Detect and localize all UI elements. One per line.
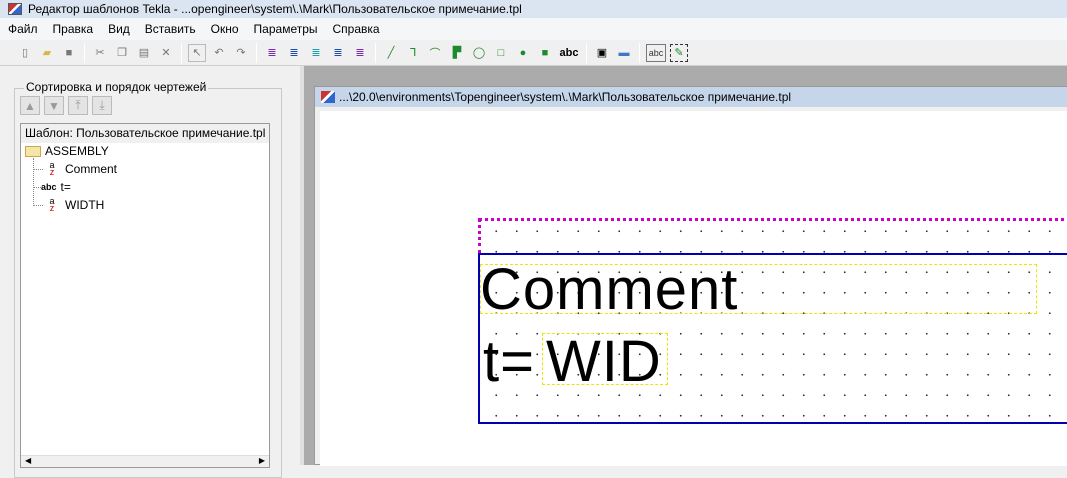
row-page-header-icon[interactable]: ≣ [285,44,303,62]
field-icon: az [49,160,55,177]
line-icon[interactable]: ╱ [382,44,400,62]
move-bottom-button[interactable]: ⤓ [92,96,112,115]
tree-node-width[interactable]: az WIDTH [33,196,105,213]
menu-bar: Файл Правка Вид Вставить Окно Параметры … [0,18,1067,40]
tree-node-comment[interactable]: az Comment [33,160,118,177]
menu-insert[interactable]: Вставить [145,22,196,36]
delete-icon[interactable]: ✕ [157,44,175,62]
width-field-text: WID [546,329,662,394]
menu-window[interactable]: Окно [211,22,239,36]
title-bar: Редактор шаблонов Tekla - ...opengineer\… [0,0,1067,18]
move-up-button[interactable]: ▲ [20,96,40,115]
scroll-right-icon[interactable]: ▶ [259,456,265,467]
scroll-left-icon[interactable]: ◀ [25,456,31,467]
separator [639,42,640,63]
undo-icon[interactable]: ↶ [210,44,228,62]
menu-options[interactable]: Параметры [254,22,318,36]
menu-help[interactable]: Справка [333,22,380,36]
move-down-button[interactable]: ▼ [44,96,64,115]
copy-icon[interactable]: ❐ [113,44,131,62]
value-field-icon[interactable]: abc [646,43,666,62]
document-title-bar: ...\20.0\environments\Topengineer\system… [315,87,1067,107]
open-icon[interactable]: ▰ [38,44,56,62]
node-label: t= [60,180,71,194]
menu-view[interactable]: Вид [108,22,130,36]
menu-file[interactable]: Файл [8,22,38,36]
node-label: Comment [65,162,118,176]
toolbar: ▯ ▰ ■ ✂ ❐ ▤ ✕ ↖ ↶ ↷ ≣ ≣ ≣ ≣ ≣ ╱ ᒣ ⌒ ▛ ◯ … [0,40,1067,66]
horizontal-scrollbar[interactable]: ◀ ▶ [21,455,269,467]
filled-polygon-icon[interactable]: ▛ [448,44,466,62]
move-top-button[interactable]: ⤒ [68,96,88,115]
edit-field-icon[interactable]: ✎ [670,43,688,62]
mdi-area: ...\20.0\environments\Topengineer\system… [300,66,1067,466]
text-icon[interactable]: abc [558,44,580,62]
picture-icon[interactable]: ▬ [615,44,633,62]
group-title: Сортировка и порядок чертежей [24,80,209,94]
polyline-icon[interactable]: ᒣ [404,44,422,62]
circle-icon[interactable]: ◯ [470,44,488,62]
separator [586,42,587,63]
document-icon [321,91,335,103]
folder-icon [25,145,41,157]
separator [84,42,85,63]
rectangle-icon[interactable]: □ [492,44,510,62]
redo-icon[interactable]: ↷ [232,44,250,62]
tree-node-assembly[interactable]: ASSEMBLY [25,144,109,158]
header-row-outline [478,218,1067,254]
row-data-icon[interactable]: ≣ [307,44,325,62]
row-page-footer-icon[interactable]: ≣ [329,44,347,62]
tree-node-text[interactable]: abc t= [33,180,71,194]
save-icon[interactable]: ■ [60,44,78,62]
symbol-icon[interactable]: ▣ [593,44,611,62]
tree-header: Шаблон: Пользовательское примечание.tpl [21,124,269,143]
app-icon [8,3,22,15]
text-prefix: t= [483,329,535,394]
row-header-icon[interactable]: ≣ [263,44,281,62]
window-title: Редактор шаблонов Tekla - ...opengineer\… [28,2,522,16]
separator [181,42,182,63]
document-title: ...\20.0\environments\Topengineer\system… [339,90,792,104]
filled-circle-icon[interactable]: ● [514,44,532,62]
sort-panel: Сортировка и порядок чертежей ▲ ▼ ⤒ ⤓ Ша… [0,66,300,478]
template-tree[interactable]: Шаблон: Пользовательское примечание.tpl … [20,123,270,468]
select-pointer-icon[interactable]: ↖ [188,43,206,62]
arc-icon[interactable]: ⌒ [426,44,444,62]
menu-edit[interactable]: Правка [53,22,94,36]
separator [375,42,376,63]
paste-icon[interactable]: ▤ [135,44,153,62]
node-label: WIDTH [65,198,105,212]
new-icon[interactable]: ▯ [16,44,34,62]
separator [256,42,257,63]
row-footer-icon[interactable]: ≣ [351,44,369,62]
node-label: ASSEMBLY [45,144,109,158]
comment-field-text: Comment [480,257,739,322]
cut-icon[interactable]: ✂ [91,44,109,62]
text-icon: abc [41,182,57,192]
document-window: ...\20.0\environments\Topengineer\system… [314,86,1067,466]
drawing-canvas[interactable]: Comment t= WID [320,111,1067,466]
field-icon: az [49,196,55,213]
filled-rectangle-icon[interactable]: ■ [536,44,554,62]
